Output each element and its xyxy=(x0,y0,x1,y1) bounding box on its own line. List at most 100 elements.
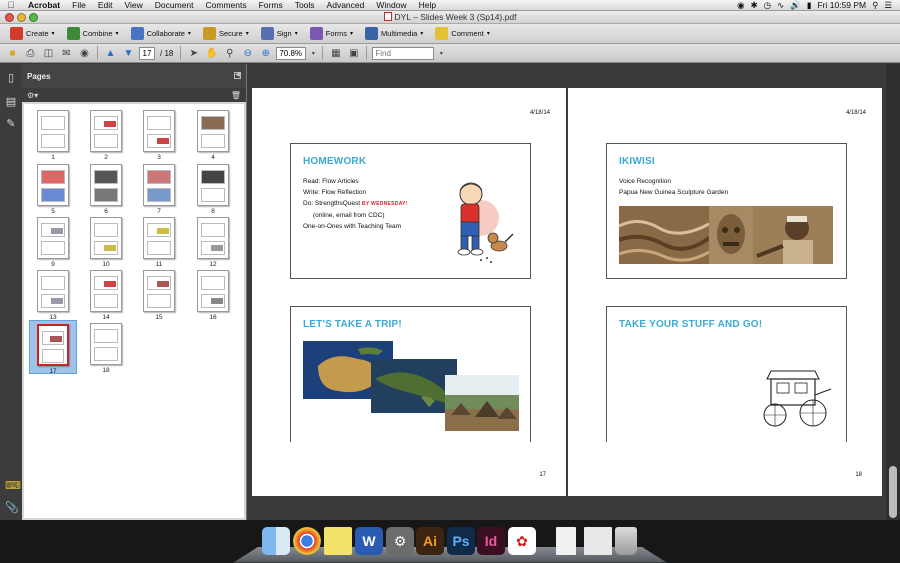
save-icon[interactable]: ◫ xyxy=(41,46,56,60)
page-thumbnail[interactable]: 4 xyxy=(195,110,231,161)
combine-button[interactable]: Combine ▾ xyxy=(63,26,123,42)
find-options-icon[interactable]: ▾ xyxy=(437,46,445,60)
find-input[interactable] xyxy=(372,46,435,60)
thumbnail-image xyxy=(143,270,175,312)
email-icon[interactable]: ✉ xyxy=(59,46,74,60)
page-thumbnail[interactable]: 8 xyxy=(195,164,231,215)
illustrator-icon[interactable]: Ai xyxy=(416,527,444,555)
comment-button[interactable]: Comment ▾ xyxy=(431,26,494,42)
wifi-icon[interactable]: ∿ xyxy=(777,0,784,11)
scrollbar-thumb[interactable] xyxy=(889,466,897,518)
carved-head-sculpture-photo xyxy=(709,206,753,264)
dropbox-icon[interactable]: ◉ xyxy=(737,0,744,11)
finder-icon[interactable] xyxy=(262,527,290,555)
page-thumbnail[interactable]: 15 xyxy=(141,270,177,321)
page-thumbnail-selected[interactable]: 17 xyxy=(29,320,77,375)
menu-help[interactable]: Help xyxy=(413,0,442,10)
open-folder-icon[interactable]: ■ xyxy=(5,46,20,60)
stickies-icon[interactable] xyxy=(324,527,352,555)
options-icon[interactable]: ⚙▾ xyxy=(27,91,38,100)
zoom-in-icon[interactable]: ⊕ xyxy=(258,46,273,60)
menu-edit[interactable]: Edit xyxy=(92,0,119,10)
menu-comments[interactable]: Comments xyxy=(200,0,253,10)
page-thumbnail[interactable]: 9 xyxy=(35,217,71,268)
menu-view[interactable]: View xyxy=(118,0,148,10)
share-icon[interactable]: ◉ xyxy=(77,46,92,60)
menu-window[interactable]: Window xyxy=(370,0,412,10)
page-thumbnail[interactable]: 18 xyxy=(88,323,124,374)
menubar-clock[interactable]: Fri 10:59 PM xyxy=(817,0,866,10)
page-thumbnail[interactable]: 5 xyxy=(35,164,71,215)
menu-tools[interactable]: Tools xyxy=(289,0,321,10)
spotlight-icon[interactable]: ⚲ xyxy=(872,0,878,11)
menu-file[interactable]: File xyxy=(66,0,92,10)
menu-forms[interactable]: Forms xyxy=(253,0,289,10)
create-button[interactable]: Create ▾ xyxy=(6,26,59,42)
page-thumbnail[interactable]: 12 xyxy=(195,217,231,268)
acrobat-icon[interactable]: ✿ xyxy=(508,527,536,555)
comments-icon[interactable]: ⌨ xyxy=(5,480,21,492)
bookmarks-icon[interactable]: ▤ xyxy=(5,96,17,108)
zoom-dropdown-icon[interactable]: ▾ xyxy=(309,46,317,60)
multimedia-button[interactable]: Multimedia ▾ xyxy=(361,26,427,42)
page-date: 4/18/14 xyxy=(529,110,550,116)
delete-page-icon[interactable]: 🗑 xyxy=(231,91,241,100)
notification-list-icon[interactable]: ☰ xyxy=(884,0,892,11)
window-titlebar: DYL – Slides Week 3 (Sp14).pdf xyxy=(0,11,900,24)
sign-button[interactable]: Sign ▾ xyxy=(257,26,302,42)
zoom-out-icon[interactable]: ⊖ xyxy=(240,46,255,60)
word-icon[interactable]: W xyxy=(355,527,383,555)
task-toolbar: Create ▾ Combine ▾ Collaborate ▾ Secure ▾ Si… xyxy=(0,24,900,44)
page-thumbnail[interactable]: 11 xyxy=(141,217,177,268)
pages-panel-icon[interactable]: ▯ xyxy=(5,72,17,84)
secure-button[interactable]: Secure ▾ xyxy=(199,26,253,42)
print-icon[interactable]: ⎙ xyxy=(23,46,38,60)
forms-button[interactable]: Forms ▾ xyxy=(306,26,357,42)
menubar-status-area: ◉ ✱ ◷ ∿ 🔊 ▮ Fri 10:59 PM ⚲ ☰ xyxy=(737,0,900,11)
hand-tool-icon[interactable]: ✋ xyxy=(204,46,219,60)
menu-advanced[interactable]: Advanced xyxy=(321,0,371,10)
full-screen-icon[interactable]: ▣ xyxy=(346,46,361,60)
page-thumbnail[interactable]: 6 xyxy=(88,164,124,215)
page-thumbnail[interactable]: 3 xyxy=(141,110,177,161)
page-number-input[interactable] xyxy=(139,46,155,60)
bluetooth-icon[interactable]: ✱ xyxy=(751,0,758,11)
zoom-level-input[interactable] xyxy=(276,46,307,60)
image-icon[interactable] xyxy=(584,527,612,555)
volume-icon[interactable]: 🔊 xyxy=(790,0,801,11)
page-number-label: 18 xyxy=(102,367,110,374)
previous-page-icon[interactable]: ▲ xyxy=(103,46,118,60)
menu-document[interactable]: Document xyxy=(149,0,200,10)
battery-icon[interactable]: ▮ xyxy=(807,0,812,11)
document-icon[interactable] xyxy=(556,527,576,555)
page-thumbnail[interactable]: 2 xyxy=(88,110,124,161)
indesign-icon[interactable]: Id xyxy=(477,527,505,555)
trash-icon[interactable] xyxy=(615,527,637,555)
attachments-icon[interactable]: 📎 xyxy=(5,502,19,514)
page-thumbnail[interactable]: 1 xyxy=(35,110,71,161)
window-title: DYL – Slides Week 3 (Sp14).pdf xyxy=(0,12,900,22)
timemachine-icon[interactable]: ◷ xyxy=(764,0,771,11)
chrome-icon[interactable] xyxy=(293,527,321,555)
page-thumbnail[interactable]: 14 xyxy=(88,270,124,321)
next-page-icon[interactable]: ▼ xyxy=(121,46,136,60)
page-thumbnail[interactable]: 16 xyxy=(195,270,231,321)
thumbnail-image xyxy=(143,164,175,206)
menu-app[interactable]: Acrobat xyxy=(22,0,66,10)
page-thumbnail[interactable]: 7 xyxy=(141,164,177,215)
marquee-zoom-icon[interactable]: ⚲ xyxy=(222,46,237,60)
photoshop-icon[interactable]: Ps xyxy=(447,527,475,555)
vertical-scrollbar[interactable] xyxy=(886,64,900,520)
signatures-icon[interactable]: ✎ xyxy=(5,118,17,130)
collapse-panel-icon[interactable]: ◀ xyxy=(234,72,241,79)
document-view[interactable]: 4/18/14 HOMEWORK Read: Flow Articles Wri… xyxy=(248,64,886,520)
preview-icon[interactable]: ⚙ xyxy=(386,527,414,555)
village-landscape-photo xyxy=(445,375,519,431)
pdf-page: 4/18/14 IKIWISI Voice Recognition Papua … xyxy=(568,88,882,496)
collaborate-button[interactable]: Collaborate ▾ xyxy=(127,26,195,42)
page-thumbnail[interactable]: 13 xyxy=(35,270,71,321)
fit-page-icon[interactable]: ▦ xyxy=(328,46,343,60)
page-thumbnail[interactable]: 10 xyxy=(88,217,124,268)
select-cursor-icon[interactable]: ➤ xyxy=(186,46,201,60)
apple-menu-icon[interactable]:  xyxy=(0,0,22,10)
